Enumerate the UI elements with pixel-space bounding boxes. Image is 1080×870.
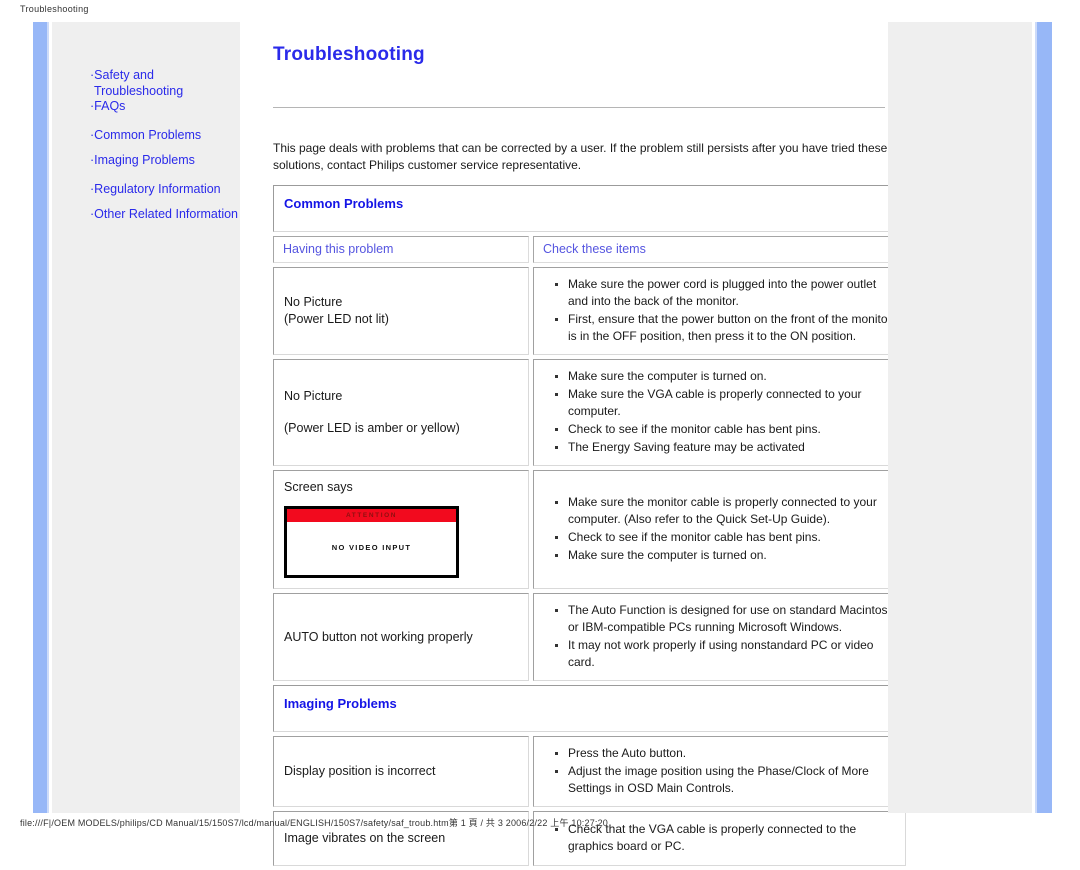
problem-cell: No Picture (Power LED is amber or yellow… <box>273 359 529 466</box>
table-row: No Picture (Power LED not lit) Make sure… <box>273 267 906 355</box>
check-list: Make sure the power cord is plugged into… <box>540 276 897 346</box>
check-cell: Press the Auto button. Adjust the image … <box>533 736 906 807</box>
no-video-input-label: NO VIDEO INPUT <box>331 543 412 552</box>
check-item: Check to see if the monitor cable has be… <box>555 421 897 438</box>
sidebar-item-other-related-information[interactable]: ·Other Related Information <box>90 207 250 223</box>
table-row: Screen says ATTENTION NO VIDEO INPUT Mak… <box>273 470 906 589</box>
sidebar-item-regulatory-information[interactable]: ·Regulatory Information <box>90 182 250 198</box>
main-content: Troubleshooting This page deals with pro… <box>240 22 906 866</box>
column-header-check: Check these items <box>533 236 906 263</box>
check-list: Make sure the monitor cable is properly … <box>540 494 897 565</box>
check-item: Check to see if the monitor cable has be… <box>555 529 897 546</box>
problem-line-2: (Power LED is amber or yellow) <box>284 421 460 435</box>
print-header-title: Troubleshooting <box>20 4 89 14</box>
problem-cell: No Picture (Power LED not lit) <box>273 267 529 355</box>
problem-line-1: No Picture <box>284 389 343 403</box>
sidebar-item-safety-and-troubleshooting[interactable]: ·Safety and Troubleshooting <box>90 68 250 99</box>
section-header-imaging-problems: Imaging Problems <box>273 685 906 732</box>
problem-cell: Screen says ATTENTION NO VIDEO INPUT <box>273 470 529 589</box>
check-list: The Auto Function is designed for use on… <box>540 602 897 672</box>
section-header-common-problems: Common Problems <box>273 185 906 232</box>
check-cell: Make sure the power cord is plugged into… <box>533 267 906 355</box>
problem-line-1: Image vibrates on the screen <box>284 831 446 845</box>
column-header-problem: Having this problem <box>273 236 529 263</box>
check-cell: Make sure the monitor cable is properly … <box>533 470 906 589</box>
check-item: The Energy Saving feature may be activat… <box>555 439 897 456</box>
document-page: ·Safety and Troubleshooting ·FAQs ·Commo… <box>33 22 1052 866</box>
no-video-input-monitor-graphic: ATTENTION NO VIDEO INPUT <box>284 506 459 578</box>
check-cell: Make sure the computer is turned on. Mak… <box>533 359 906 466</box>
sidebar-item-label: FAQs <box>94 99 126 113</box>
problem-line-1: AUTO button not working properly <box>284 629 473 644</box>
check-item: Press the Auto button. <box>555 745 897 762</box>
check-item: The Auto Function is designed for use on… <box>555 602 897 636</box>
sidebar-item-label: Regulatory Information <box>94 181 221 196</box>
problem-line-1: No Picture <box>284 295 343 309</box>
table-row: No Picture (Power LED is amber or yellow… <box>273 359 906 466</box>
sidebar-item-label: Imaging Problems <box>94 153 195 167</box>
check-item: Check that the VGA cable is properly con… <box>555 821 897 855</box>
sidebar-item-common-problems[interactable]: ·Common Problems <box>90 128 250 144</box>
problem-cell: AUTO button not working properly <box>273 593 529 681</box>
troubleshooting-tables: Common Problems Having this problem Chec… <box>273 185 906 870</box>
page-title: Troubleshooting <box>273 44 425 65</box>
title-divider <box>273 107 885 108</box>
left-blue-rail <box>33 22 47 813</box>
problem-line-1: Screen says <box>284 480 353 494</box>
sidebar-link-list: ·Safety and Troubleshooting ·FAQs ·Commo… <box>90 68 250 223</box>
check-item: Adjust the image position using the Phas… <box>555 763 897 797</box>
check-item: Make sure the power cord is plugged into… <box>555 276 897 310</box>
intro-paragraph: This page deals with problems that can b… <box>273 141 888 172</box>
section-header-label: Imaging Problems <box>284 696 397 711</box>
attention-banner-label: ATTENTION <box>345 512 398 519</box>
check-item: Make sure the computer is turned on. <box>555 368 897 385</box>
check-list: Make sure the computer is turned on. Mak… <box>540 368 897 457</box>
check-item: Make sure the monitor cable is properly … <box>555 494 897 528</box>
problem-line-1: Display position is incorrect <box>284 764 436 778</box>
sidebar-item-faqs[interactable]: ·FAQs <box>90 99 250 115</box>
attention-banner: ATTENTION <box>287 509 456 522</box>
table-column-header-row: Having this problem Check these items <box>273 236 906 263</box>
sidebar-item-label: Safety and <box>94 68 154 82</box>
table-row: AUTO button not working properly The Aut… <box>273 593 906 681</box>
check-item: It may not work properly if using nonsta… <box>555 637 897 671</box>
check-item: Make sure the VGA cable is properly conn… <box>555 386 897 420</box>
check-list: Press the Auto button. Adjust the image … <box>540 745 897 798</box>
check-item: First, ensure that the power button on t… <box>555 311 897 345</box>
sidebar-item-label: Other Related Information <box>94 207 238 221</box>
right-blue-rail <box>1037 22 1052 813</box>
check-cell: The Auto Function is designed for use on… <box>533 593 906 681</box>
sidebar-nav-panel: ·Safety and Troubleshooting ·FAQs ·Commo… <box>52 22 240 813</box>
problem-line-2: (Power LED not lit) <box>284 312 389 326</box>
problem-cell: Display position is incorrect <box>273 736 529 807</box>
right-grey-panel <box>888 22 1032 813</box>
print-footer-path: file:///F|/OEM MODELS/philips/CD Manual/… <box>20 818 609 828</box>
check-item: Make sure the computer is turned on. <box>555 547 897 564</box>
problem-line-gap <box>284 405 518 420</box>
sidebar-item-label-continuation: Troubleshooting <box>94 83 184 98</box>
sidebar-item-imaging-problems[interactable]: ·Imaging Problems <box>90 153 250 169</box>
sidebar-item-label: Common Problems <box>94 127 202 142</box>
section-header-label: Common Problems <box>284 196 404 211</box>
table-row: Display position is incorrect Press the … <box>273 736 906 807</box>
